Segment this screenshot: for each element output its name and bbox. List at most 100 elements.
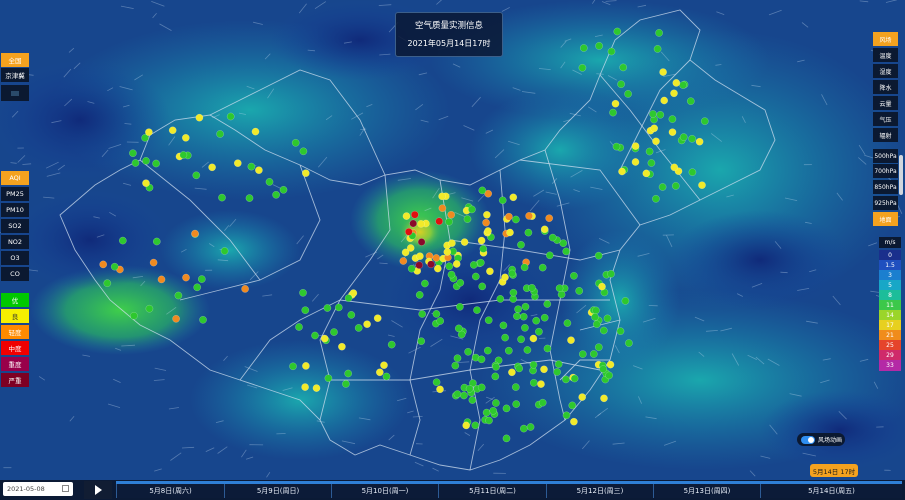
station-marker[interactable] <box>686 97 695 106</box>
station-marker[interactable] <box>131 159 140 167</box>
station-marker[interactable] <box>505 212 513 221</box>
station-marker[interactable] <box>149 258 158 267</box>
station-marker[interactable] <box>548 233 557 242</box>
station-marker[interactable] <box>523 346 532 354</box>
pollutant-no2[interactable]: NO2 <box>1 235 29 249</box>
station-marker[interactable] <box>192 171 201 180</box>
station-marker[interactable] <box>445 217 453 226</box>
station-marker[interactable] <box>570 374 579 383</box>
station-marker[interactable] <box>129 149 137 158</box>
station-marker[interactable] <box>519 312 528 321</box>
station-marker[interactable] <box>417 220 425 228</box>
layer-humidity[interactable]: 湿度 <box>873 64 898 78</box>
station-marker[interactable] <box>519 424 528 433</box>
station-marker[interactable] <box>537 380 545 388</box>
station-marker[interactable] <box>404 227 413 236</box>
pollutant-pm25[interactable]: PM25 <box>1 187 29 201</box>
station-marker[interactable] <box>478 186 487 195</box>
station-marker[interactable] <box>591 313 599 321</box>
station-marker[interactable] <box>598 282 606 291</box>
station-marker[interactable] <box>512 215 520 224</box>
station-marker[interactable] <box>145 304 154 313</box>
station-marker[interactable] <box>553 368 561 376</box>
station-marker[interactable] <box>453 354 462 363</box>
station-marker[interactable] <box>532 316 541 325</box>
station-marker[interactable] <box>471 421 480 430</box>
station-marker[interactable] <box>499 321 508 330</box>
station-marker[interactable] <box>517 335 525 344</box>
station-marker[interactable] <box>406 244 415 252</box>
station-marker[interactable] <box>486 267 494 276</box>
station-marker[interactable] <box>465 384 474 393</box>
station-marker[interactable] <box>438 192 446 201</box>
station-marker[interactable] <box>611 99 620 108</box>
pollutant-o3[interactable]: O3 <box>1 251 29 265</box>
station-marker[interactable] <box>540 225 549 234</box>
station-marker[interactable] <box>193 283 202 292</box>
station-marker[interactable] <box>199 315 207 324</box>
station-marker[interactable] <box>647 159 656 167</box>
station-marker[interactable] <box>323 304 332 312</box>
station-marker[interactable] <box>462 421 471 430</box>
station-marker[interactable] <box>599 326 608 335</box>
station-marker[interactable] <box>344 294 353 302</box>
layer-cloud[interactable]: 云量 <box>873 96 898 110</box>
station-marker[interactable] <box>570 417 578 426</box>
station-marker[interactable] <box>688 168 697 177</box>
station-marker[interactable] <box>311 331 319 340</box>
station-marker[interactable] <box>660 96 669 105</box>
station-marker[interactable] <box>174 291 183 300</box>
station-marker[interactable] <box>179 151 188 159</box>
layer-pressure[interactable]: 气压 <box>873 112 898 126</box>
station-marker[interactable] <box>529 334 538 343</box>
station-marker[interactable] <box>477 236 486 245</box>
region-collapse-button[interactable] <box>1 85 29 101</box>
timeline-day-6[interactable]: 5月13日(周四) <box>653 484 760 498</box>
station-marker[interactable] <box>482 408 491 417</box>
station-marker[interactable] <box>517 240 525 249</box>
station-marker[interactable] <box>220 247 229 255</box>
station-marker[interactable] <box>301 169 310 178</box>
station-marker[interactable] <box>172 314 180 323</box>
station-marker[interactable] <box>142 179 150 188</box>
station-marker[interactable] <box>603 314 612 323</box>
station-marker[interactable] <box>344 369 353 378</box>
level-925hpa[interactable]: 925hPa <box>873 196 898 210</box>
station-marker[interactable] <box>511 383 520 391</box>
pollutant-co[interactable]: CO <box>1 267 29 281</box>
station-marker[interactable] <box>498 196 507 205</box>
station-marker[interactable] <box>631 142 640 150</box>
station-marker[interactable] <box>469 261 478 269</box>
station-marker[interactable] <box>482 218 490 227</box>
pollutant-so2[interactable]: SO2 <box>1 219 29 233</box>
station-marker[interactable] <box>506 228 514 237</box>
station-marker[interactable] <box>671 182 680 190</box>
station-marker[interactable] <box>529 360 538 369</box>
level-850hpa[interactable]: 850hPa <box>873 180 898 194</box>
station-marker[interactable] <box>233 159 242 168</box>
station-marker[interactable] <box>320 334 329 343</box>
station-marker[interactable] <box>460 391 468 400</box>
station-marker[interactable] <box>562 247 571 256</box>
station-marker[interactable] <box>483 346 492 355</box>
station-marker[interactable] <box>621 297 630 305</box>
station-marker[interactable] <box>594 343 603 352</box>
station-marker[interactable] <box>670 163 679 172</box>
station-marker[interactable] <box>521 323 529 332</box>
station-marker[interactable] <box>658 183 667 191</box>
pollutant-aqi[interactable]: AQI <box>1 171 29 185</box>
station-marker[interactable] <box>645 147 654 156</box>
station-marker[interactable] <box>447 270 456 279</box>
station-marker[interactable] <box>476 258 485 267</box>
station-marker[interactable] <box>579 44 588 52</box>
station-marker[interactable] <box>432 378 441 387</box>
station-marker[interactable] <box>299 288 307 297</box>
station-marker[interactable] <box>421 279 429 288</box>
station-marker[interactable] <box>471 272 480 281</box>
station-marker[interactable] <box>272 190 280 199</box>
timeline-day-5[interactable]: 5月12日(周三) <box>546 484 653 498</box>
station-marker[interactable] <box>334 303 343 312</box>
station-marker[interactable] <box>448 239 456 248</box>
station-marker[interactable] <box>655 29 663 37</box>
station-marker[interactable] <box>668 128 677 137</box>
